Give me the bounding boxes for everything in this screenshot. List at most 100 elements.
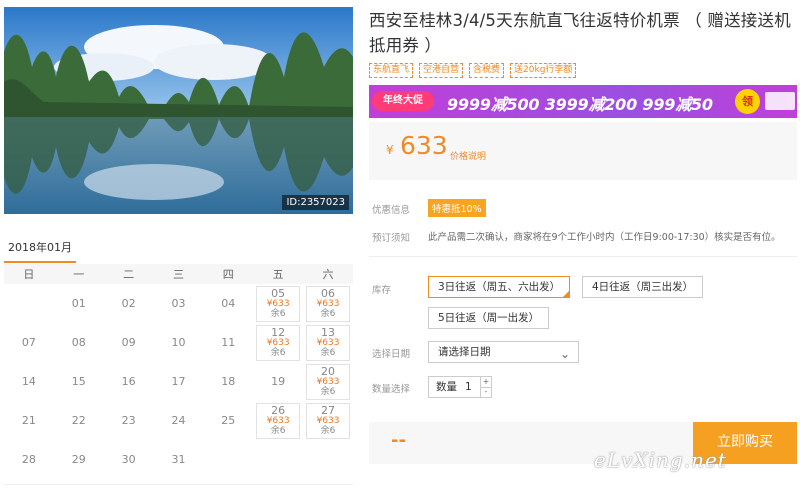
calendar-day-cell: 15 <box>54 362 104 401</box>
calendar-day-cell: 25 <box>203 401 253 440</box>
calendar-day-cell: 29 <box>54 440 104 479</box>
claim-coupon-button[interactable]: 领 <box>735 89 760 114</box>
calendar-day-cell: 30 <box>104 440 154 479</box>
tag-tax-included: 含税费 <box>469 63 505 78</box>
day-number: 21 <box>21 413 36 427</box>
day-number: 24 <box>171 413 186 427</box>
calendar-day: 17 <box>156 364 200 400</box>
calendar-day-cell: 11 <box>203 323 253 362</box>
calendar-day: 23 <box>107 403 151 439</box>
calendar-day: 22 <box>57 403 101 439</box>
day-number: 16 <box>121 374 136 388</box>
calendar-day-cell: 02 <box>104 284 154 323</box>
calendar-day-cell[interactable]: 26 ¥633 余6 <box>253 401 303 440</box>
calendar-day-cell: 21 <box>4 401 54 440</box>
day-number: 12 <box>271 325 286 339</box>
calendar-day: 01 <box>57 286 101 322</box>
booking-notice-label: 预订须知 <box>372 233 411 244</box>
calendar-day-cell: 24 <box>154 401 204 440</box>
booking-notice-text: 此产品需二次确认，商家将在9个工作小时内（工作日9:00-17:30）核实是否有… <box>428 232 781 243</box>
calendar-day-cell: 28 <box>4 440 54 479</box>
calendar-day: 08 <box>57 325 101 361</box>
promo-banner[interactable]: 年终大促 9999减500 3999减200 999减50 领 <box>369 85 797 118</box>
weekday-header: 二 <box>103 264 154 284</box>
calendar-day: 15 <box>57 364 101 400</box>
day-price: ¥633 <box>316 298 340 309</box>
price-amount: 633 <box>400 131 448 160</box>
day-remaining-seats: 余6 <box>320 347 336 358</box>
calendar-day: 18 <box>206 364 250 400</box>
day-number: 23 <box>121 413 136 427</box>
weekday-header: 日 <box>4 264 54 284</box>
calendar-day-cell: 19 <box>253 362 303 401</box>
landscape-image <box>4 7 353 214</box>
calendar-day-cell: 01 <box>54 284 104 323</box>
day-remaining-seats: 余6 <box>320 308 336 319</box>
day-number: 09 <box>121 335 136 349</box>
weekday-header: 五 <box>253 264 304 284</box>
date-calendar: 日一二三四五六 01 02 03 04 05 ¥633 余6 06 ¥633 余6 07 08 09 10… <box>4 264 353 479</box>
promo-text: 9999减500 3999减200 999减50 <box>447 95 713 114</box>
day-price: ¥633 <box>266 337 290 348</box>
day-number: 03 <box>171 296 186 310</box>
option-4-day-roundtrip[interactable]: 4日往返（周三出发） <box>582 276 704 298</box>
product-photo[interactable]: ID:2357023 <box>4 7 353 214</box>
year-end-sale-badge: 年终大促 <box>372 91 434 111</box>
available-date[interactable]: 12 ¥633 余6 <box>256 324 301 361</box>
day-number: 28 <box>21 452 36 466</box>
day-number: 22 <box>71 413 86 427</box>
available-date[interactable]: 27 ¥633 余6 <box>306 402 351 439</box>
calendar-day-cell[interactable]: 20 ¥633 余6 <box>303 362 353 401</box>
option-3-day-roundtrip[interactable]: 3日往返（周五、六出发） <box>428 276 571 298</box>
weekday-header: 四 <box>203 264 254 284</box>
day-number: 20 <box>321 364 336 378</box>
option-5-day-roundtrip[interactable]: 5日往返（周一出发） <box>428 307 550 329</box>
available-date[interactable]: 20 ¥633 余6 <box>306 363 351 400</box>
day-number: 01 <box>71 296 86 310</box>
calendar-day-cell[interactable]: 06 ¥633 余6 <box>303 284 353 323</box>
quantity-stepper[interactable]: 数量 1 + - <box>428 376 492 398</box>
day-remaining-seats: 余6 <box>270 347 286 358</box>
calendar-day-cell: 31 <box>154 440 204 479</box>
available-date[interactable]: 26 ¥633 余6 <box>256 402 301 439</box>
day-number: 26 <box>271 403 286 417</box>
calendar-day-cell: 09 <box>104 323 154 362</box>
calendar-day-cell <box>303 440 353 479</box>
calendar-week: 28 29 30 31 <box>4 440 353 479</box>
day-number: 29 <box>71 452 86 466</box>
available-date[interactable]: 05 ¥633 余6 <box>256 285 301 322</box>
available-date[interactable]: 06 ¥633 余6 <box>306 285 351 322</box>
calendar-day-cell[interactable]: 05 ¥633 余6 <box>253 284 303 323</box>
day-number: 04 <box>221 296 236 310</box>
day-price: ¥633 <box>266 415 290 426</box>
calendar-day: 19 <box>256 364 300 400</box>
weekday-header: 一 <box>53 264 104 284</box>
discount-badge: 特惠抵10% <box>428 199 486 217</box>
day-price: ¥633 <box>316 337 340 348</box>
day-number: 31 <box>171 452 186 466</box>
price-box: ¥ 633 价格说明 <box>369 122 797 180</box>
month-tab[interactable]: 2018年01月 <box>4 237 76 263</box>
calendar-day-cell[interactable]: 12 ¥633 余6 <box>253 323 303 362</box>
tag-baggage: 送20kg行李额 <box>510 63 577 78</box>
calendar-day: 10 <box>156 325 200 361</box>
calendar-day: 25 <box>206 403 250 439</box>
available-date[interactable]: 13 ¥633 余6 <box>306 324 351 361</box>
day-remaining-seats: 余6 <box>270 308 286 319</box>
decrement-button[interactable]: - <box>480 387 491 397</box>
calendar-day-cell <box>4 284 54 323</box>
day-number: 30 <box>121 452 136 466</box>
quantity-value[interactable]: 1 <box>465 377 472 397</box>
day-number: 18 <box>221 374 236 388</box>
price-explanation-link[interactable]: 价格说明 <box>450 149 486 162</box>
calendar-day-cell[interactable]: 27 ¥633 余6 <box>303 401 353 440</box>
tag-direct-flight: 东航直飞 <box>369 63 414 78</box>
calendar-day: 07 <box>7 325 51 361</box>
calendar-day: 31 <box>156 442 200 478</box>
date-select[interactable]: 请选择日期 ⌄ <box>428 341 579 363</box>
calendar-day-cell[interactable]: 13 ¥633 余6 <box>303 323 353 362</box>
calendar-week: 01 02 03 04 05 ¥633 余6 06 ¥633 余6 <box>4 284 353 323</box>
calendar-day-cell: 14 <box>4 362 54 401</box>
day-number: 19 <box>271 374 286 388</box>
day-number: 13 <box>321 325 336 339</box>
